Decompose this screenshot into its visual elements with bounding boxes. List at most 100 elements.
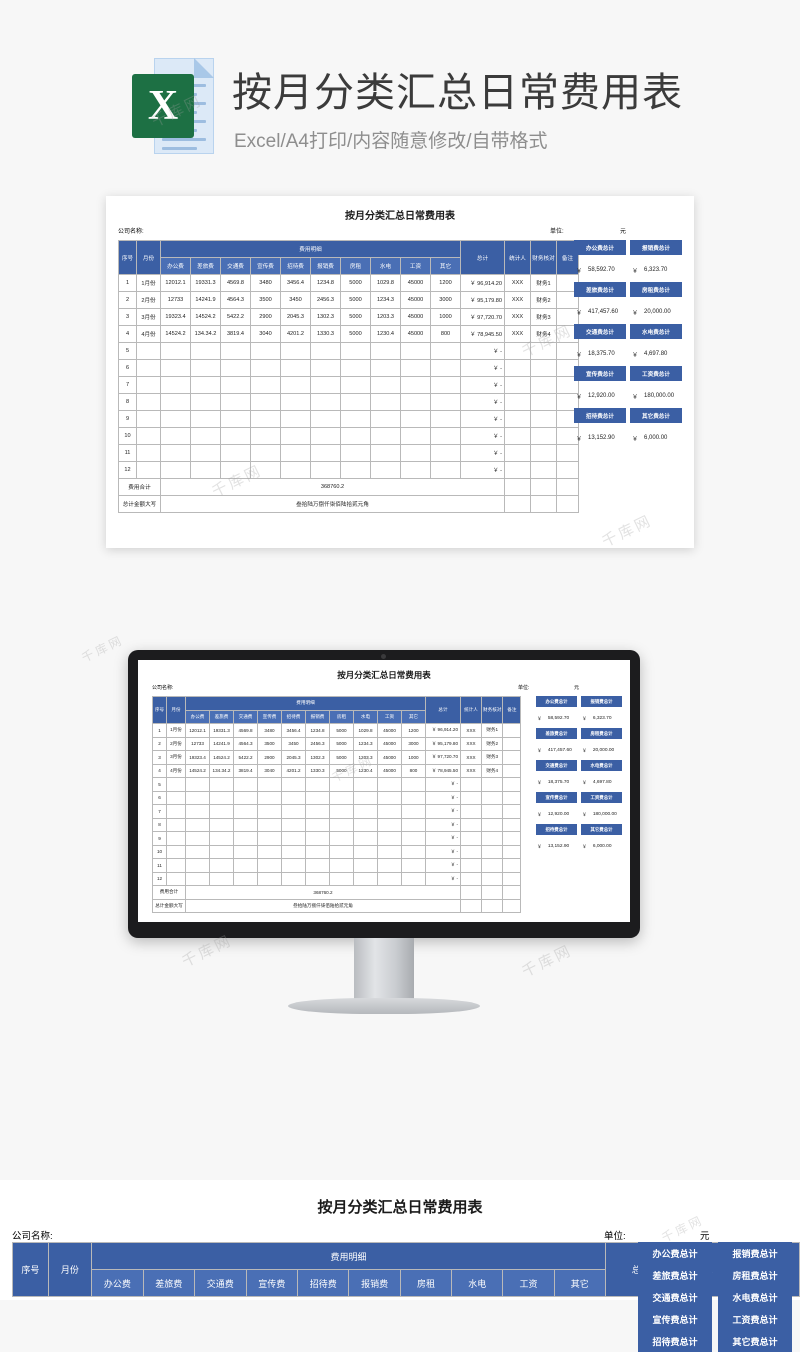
footer-total-value: 368760.2 (160, 478, 505, 496)
cell-remark (502, 817, 522, 832)
summary-button[interactable]: 交通费总计 (536, 760, 577, 771)
summary-button[interactable]: 招待费总计 (574, 408, 626, 423)
summary-button[interactable]: 其它费总计 (718, 1330, 792, 1352)
cell-seq: 4 (152, 763, 167, 778)
summary-button[interactable]: 招待费总计 (536, 824, 577, 835)
cell-detail-3: 3480 (257, 723, 282, 738)
summary-button[interactable]: 差旅费总计 (638, 1264, 712, 1286)
summary-button[interactable]: 水电费总计 (630, 324, 682, 339)
summary-button[interactable]: 办公费总计 (638, 1242, 712, 1264)
cell-detail-9 (430, 444, 461, 462)
cell-detail-8: 45000 (400, 308, 431, 326)
summary-button[interactable]: 其它费总计 (581, 824, 622, 835)
cell-checker: 财务2 (480, 736, 504, 751)
cell-detail-4 (280, 410, 311, 428)
cell-seq: 6 (152, 790, 167, 805)
summary-button[interactable]: 房租费总计 (718, 1264, 792, 1286)
unit-label-monitor: 单位: (518, 685, 530, 691)
cell-detail-7 (353, 831, 378, 846)
col-detail-7: 水电 (451, 1269, 504, 1297)
summary-button[interactable]: 差旅费总计 (574, 282, 626, 297)
col-detail-5: 报销费 (305, 709, 330, 724)
cell-detail-8 (400, 461, 431, 479)
cell-detail-7 (370, 444, 401, 462)
summary-button[interactable]: 工资费总计 (630, 366, 682, 381)
cell-detail-5: 1302.3 (310, 308, 341, 326)
summary-button[interactable]: 报销费总计 (718, 1242, 792, 1264)
cell-detail-1 (209, 871, 234, 886)
cell-detail-4: 4201.2 (281, 763, 306, 778)
summary-button[interactable]: 交通费总计 (574, 324, 626, 339)
monitor-bezel: 按月分类汇总日常费用表 公司名称: 单位: 元 序号 月份 费用明细 总计 统计人 财务核… (128, 650, 640, 938)
cell-detail-1: 134.34.2 (209, 763, 234, 778)
cell-detail-6: 5000 (329, 750, 354, 765)
summary-button[interactable]: 水电费总计 (581, 760, 622, 771)
summary-value-row: ￥ 12,920.00 ￥ 180,000.00 (536, 805, 622, 824)
summary-button[interactable]: 工资费总计 (581, 792, 622, 803)
footer-total-value: 368760.2 (185, 885, 461, 900)
table-row: 2 2月份 12733 14241.9 4564.3 3500 3450 2456.3 5000… (118, 291, 579, 309)
summary-button[interactable]: 水电费总计 (718, 1286, 792, 1308)
summary-button[interactable]: 交通费总计 (638, 1286, 712, 1308)
col-month: 月份 (166, 696, 186, 724)
cell-detail-7 (370, 342, 401, 360)
cell-month (136, 427, 161, 445)
summary-button[interactable]: 宣传费总计 (536, 792, 577, 803)
summary-button[interactable]: 工资费总计 (718, 1308, 792, 1330)
cell-detail-0 (185, 831, 210, 846)
summary-button[interactable]: 差旅费总计 (536, 728, 577, 739)
cell-detail-9: 3000 (430, 291, 461, 309)
summary-button[interactable]: 其它费总计 (630, 408, 682, 423)
summary-button-row: 差旅费总计 房租费总计 (574, 282, 682, 297)
summary-button[interactable]: 房租费总计 (581, 728, 622, 739)
cell-total: ￥ - (425, 831, 461, 846)
cell-detail-4 (280, 359, 311, 377)
cell-total: ￥ - (425, 804, 461, 819)
cell-checker (530, 359, 557, 377)
summary-button[interactable]: 报销费总计 (630, 240, 682, 255)
cell-total: ￥ - (460, 376, 505, 394)
cell-detail-6 (340, 461, 371, 479)
cell-detail-6 (329, 777, 354, 792)
summary-button[interactable]: 办公费总计 (536, 696, 577, 707)
cell-month: 4月份 (166, 763, 186, 778)
summary-button[interactable]: 办公费总计 (574, 240, 626, 255)
cell-month: 1月份 (166, 723, 186, 738)
cell-detail-3 (250, 410, 281, 428)
summary-button[interactable]: 招待费总计 (638, 1330, 712, 1352)
summary-value: ￥ 6,323.70 (582, 716, 612, 722)
summary-value: ￥ 58,592.70 (576, 267, 615, 275)
cell-checker (530, 461, 557, 479)
cell-detail-5: 2456.3 (310, 291, 341, 309)
cell-detail-1 (209, 790, 234, 805)
cell-month (166, 844, 186, 859)
cell-checker (480, 858, 504, 873)
summary-value: ￥ 6,000.00 (582, 844, 612, 850)
cell-detail-3 (257, 844, 282, 859)
cell-detail-0: 12733 (160, 291, 191, 309)
cell-checker (530, 444, 557, 462)
unit-value: 元 (620, 229, 627, 235)
cell-detail-1 (209, 777, 234, 792)
col-detail-6: 房租 (329, 709, 354, 724)
col-detail-6: 房租 (340, 257, 371, 275)
cell-detail-3 (257, 831, 282, 846)
summary-value: ￥ 18,375.70 (576, 351, 615, 359)
summary-value: ￥ 180,000.00 (632, 393, 675, 401)
col-detail-2: 交通费 (194, 1269, 247, 1297)
cell-detail-2 (233, 804, 258, 819)
cell-detail-3 (257, 858, 282, 873)
cell-seq: 2 (152, 736, 167, 751)
summary-button[interactable]: 报销费总计 (581, 696, 622, 707)
col-detail-0: 办公费 (91, 1269, 144, 1297)
cell-detail-0 (160, 427, 191, 445)
cell-accountant: XXX (460, 736, 482, 751)
cell-month (136, 376, 161, 394)
summary-button[interactable]: 房租费总计 (630, 282, 682, 297)
cell-detail-4 (280, 444, 311, 462)
summary-button[interactable]: 宣传费总计 (638, 1308, 712, 1330)
summary-button[interactable]: 宣传费总计 (574, 366, 626, 381)
cell-detail-1: 14524.2 (209, 750, 234, 765)
cell-detail-6 (329, 804, 354, 819)
cell-seq: 2 (118, 291, 137, 309)
